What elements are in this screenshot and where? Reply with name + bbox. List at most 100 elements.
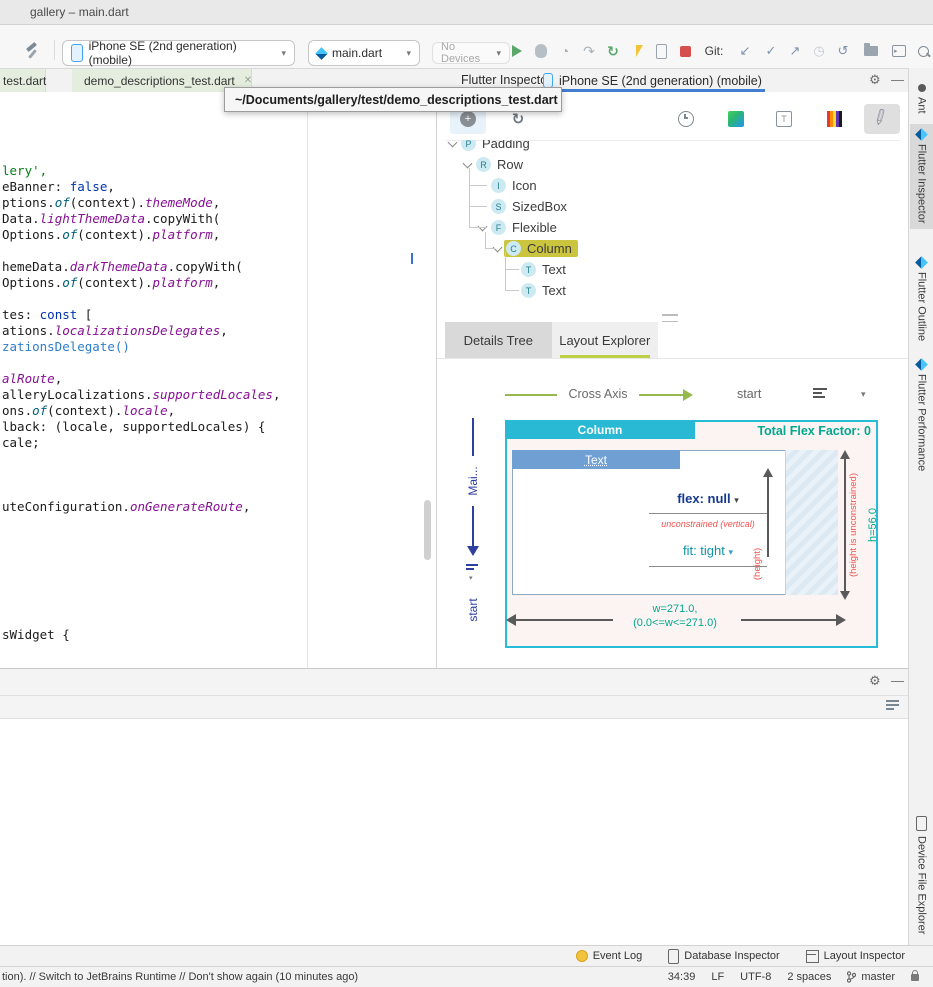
tree-connector xyxy=(505,290,519,291)
gear-icon[interactable]: ⚙ xyxy=(869,72,881,88)
device-mirror-button[interactable] xyxy=(652,42,670,60)
main-axis-alignment-value: start xyxy=(466,590,480,630)
stripe-tab-label: Flutter Inspector xyxy=(916,144,928,223)
tree-node-sizedbox[interactable]: SSizedBox xyxy=(445,196,900,217)
minimize-icon[interactable]: — xyxy=(891,673,904,688)
tree-connector xyxy=(469,185,487,186)
hot-restart-button[interactable]: ↻ xyxy=(604,42,622,60)
tree-node-label: Text xyxy=(542,262,566,277)
show-guidelines-button[interactable] xyxy=(718,104,754,134)
build-hammer-icon[interactable] xyxy=(24,42,42,60)
tool-window-stripe: Ant Flutter Inspector Flutter Outline Flutt… xyxy=(908,68,933,945)
close-icon[interactable]: ✕ xyxy=(244,75,252,86)
phone-icon xyxy=(543,73,553,88)
hot-reload-button[interactable] xyxy=(628,42,646,60)
git-update-icon[interactable]: ↙ xyxy=(736,42,754,60)
stripe-tab-label: Device File Explorer xyxy=(916,836,928,934)
arrowhead-right xyxy=(836,614,846,626)
stripe-tab-flutter-outline[interactable]: Flutter Outline xyxy=(910,252,933,347)
widget-icon: T xyxy=(521,262,536,277)
arrowhead-down xyxy=(467,546,479,556)
tab-layout-explorer[interactable]: Layout Explorer xyxy=(552,322,659,358)
layout-inspector-button[interactable]: Layout Inspector xyxy=(806,950,905,963)
caret-position[interactable]: 34:39 xyxy=(668,971,696,983)
chevron-down-icon: ▾ xyxy=(281,48,286,59)
soft-wrap-icon[interactable] xyxy=(886,700,899,712)
device-selector[interactable]: iPhone SE (2nd generation) (mobile) ▾ xyxy=(62,40,295,66)
show-baselines-button[interactable]: T xyxy=(766,104,802,134)
line-ending[interactable]: LF xyxy=(711,971,724,983)
profile-button[interactable]: ◔ xyxy=(556,42,574,60)
title-bar: gallery – main.dart xyxy=(0,0,933,25)
highlight-repaints-button[interactable] xyxy=(816,104,852,134)
status-message[interactable]: tion). // Switch to JetBrains Runtime //… xyxy=(2,971,358,983)
flex-dropdown[interactable]: flex: null ▾ xyxy=(633,491,783,506)
stripe-tab-device-file-explorer[interactable]: Device File Explorer xyxy=(910,810,933,940)
main-alignment-dropdown[interactable]: ▾ xyxy=(469,574,473,582)
highlight-oversized-images-button[interactable]: 🖉 xyxy=(864,104,900,134)
terminal-icon[interactable]: ▸ xyxy=(890,42,908,60)
indent-setting[interactable]: 2 spaces xyxy=(787,971,831,983)
git-branch[interactable]: master xyxy=(847,971,895,983)
database-inspector-button[interactable]: Database Inspector xyxy=(668,949,779,964)
splitter-handle[interactable] xyxy=(662,314,678,322)
slow-animations-button[interactable] xyxy=(668,104,704,134)
phone-icon xyxy=(668,949,679,964)
git-history-icon[interactable]: ◷ xyxy=(810,42,828,60)
debug-button[interactable] xyxy=(532,42,550,60)
tree-node-icon[interactable]: IIcon xyxy=(445,175,900,196)
total-flex-factor: Total Flex Factor: 0 xyxy=(757,424,871,438)
toolbar-separator xyxy=(54,40,55,60)
flutter-inspector-panel: + ↻ T 🖉 PPaddingRRowIIconSSizedBoxFFlexi… xyxy=(437,92,908,668)
search-everywhere-icon[interactable] xyxy=(914,42,932,60)
run-config-selector[interactable]: main.dart ▾ xyxy=(308,40,420,66)
tree-node-label: Icon xyxy=(512,178,537,193)
tree-connector xyxy=(505,269,519,270)
git-push-icon[interactable]: ↗ xyxy=(786,42,804,60)
cross-axis-alignment-value: start xyxy=(737,387,761,401)
tree-node-row[interactable]: RRow xyxy=(445,154,900,175)
tab-details-tree[interactable]: Details Tree xyxy=(445,322,552,358)
right-margin-guide xyxy=(307,92,308,668)
flutter-icon xyxy=(915,256,928,269)
arrowhead-right xyxy=(683,389,693,401)
minimize-icon[interactable]: — xyxy=(891,72,904,87)
no-devices-selector[interactable]: No Devices ▾ xyxy=(432,42,510,64)
tree-node-label: Text xyxy=(542,283,566,298)
stripe-tab-ant[interactable]: Ant xyxy=(910,78,933,120)
stripe-tab-flutter-performance[interactable]: Flutter Performance xyxy=(910,354,933,477)
stop-button[interactable] xyxy=(676,42,694,60)
tree-node-padding[interactable]: PPadding xyxy=(445,140,900,154)
tree-node-column[interactable]: CColumn xyxy=(445,238,900,259)
editor-scrollbar[interactable] xyxy=(424,500,431,560)
tree-node-label: Flexible xyxy=(512,220,557,235)
stripe-tab-flutter-inspector[interactable]: Flutter Inspector xyxy=(910,124,933,229)
gear-icon[interactable]: ⚙ xyxy=(869,673,881,689)
attach-button[interactable]: ↷ xyxy=(580,42,598,60)
inspector-device-tab-label: iPhone SE (2nd generation) (mobile) xyxy=(559,74,762,88)
lock-icon[interactable] xyxy=(911,974,919,981)
flutter-icon xyxy=(915,358,928,371)
tab-test-dart[interactable]: test.dart xyxy=(0,69,46,92)
find-in-files-icon[interactable] xyxy=(862,42,880,60)
widget-icon: C xyxy=(506,241,521,256)
file-encoding[interactable]: UTF-8 xyxy=(740,971,771,983)
widget-tree: PPaddingRRowIIconSSizedBoxFFlexibleCColu… xyxy=(445,140,900,316)
run-button[interactable] xyxy=(508,42,526,60)
chevron-down-icon: ▾ xyxy=(406,48,411,59)
text-widget-box[interactable]: Text flex: null ▾ unconstrained (vertica… xyxy=(512,450,838,595)
column-widget-header: Column xyxy=(505,420,695,439)
stripe-tab-label: Ant xyxy=(916,97,928,114)
chevron-down-icon: ▾ xyxy=(729,547,734,557)
chevron-down-icon: ▾ xyxy=(496,48,501,59)
tree-node-flexible[interactable]: FFlexible xyxy=(445,217,900,238)
code-editor[interactable]: lery',eBanner: false,ptions.of(context).… xyxy=(0,92,437,668)
height-constraint-label: (height is unconstrained) xyxy=(847,450,859,600)
tree-node-label: SizedBox xyxy=(512,199,567,214)
inspector-device-tab[interactable]: iPhone SE (2nd generation) (mobile) xyxy=(543,69,762,92)
branch-icon xyxy=(847,971,856,983)
cross-alignment-dropdown[interactable]: ▾ xyxy=(861,389,866,400)
git-rollback-icon[interactable]: ↺ xyxy=(834,42,852,60)
event-log-button[interactable]: Event Log xyxy=(576,950,643,962)
git-commit-icon[interactable]: ✓ xyxy=(762,42,780,60)
